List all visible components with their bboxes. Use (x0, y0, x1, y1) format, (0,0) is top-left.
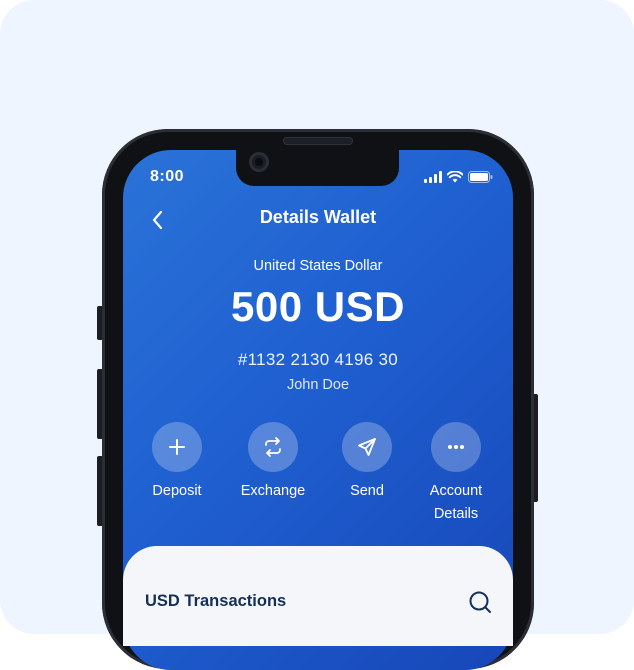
currency-name: United States Dollar (253, 258, 383, 274)
speaker-grille (283, 137, 353, 145)
send-label: Send (350, 483, 384, 499)
page-title: Details Wallet (259, 207, 377, 227)
deposit-icon-circle (152, 422, 202, 472)
search-button[interactable] (466, 588, 494, 616)
exchange-label: Exchange (240, 483, 306, 499)
status-time: 8:00 (150, 168, 185, 185)
send-button[interactable]: Send (317, 422, 417, 503)
status-icons (424, 171, 493, 183)
exchange-icon-circle (248, 422, 298, 472)
back-button[interactable] (146, 206, 170, 234)
account-holder: John Doe (286, 377, 350, 393)
transactions-title: USD Transactions (145, 592, 287, 610)
battery-icon (468, 171, 493, 183)
more-icon (448, 445, 464, 449)
wallet-balance: 500 USD (231, 283, 405, 330)
account-details-icon-circle (431, 422, 481, 472)
send-icon-circle (342, 422, 392, 472)
account-details-label: Account Details (429, 483, 483, 522)
exchange-button[interactable]: Exchange (223, 422, 323, 503)
signal-icon (424, 171, 442, 183)
deposit-button[interactable]: Deposit (127, 422, 227, 503)
exchange-icon (265, 437, 281, 457)
front-camera (249, 152, 269, 172)
account-details-button[interactable]: Account Details (406, 422, 506, 526)
account-number: #1132 2130 4196 30 (237, 350, 399, 369)
send-icon (358, 438, 376, 456)
plus-icon (169, 439, 185, 455)
wifi-icon (447, 171, 463, 183)
deposit-label: Deposit (152, 483, 202, 499)
search-icon (469, 591, 491, 613)
chevron-left-icon (152, 210, 163, 230)
